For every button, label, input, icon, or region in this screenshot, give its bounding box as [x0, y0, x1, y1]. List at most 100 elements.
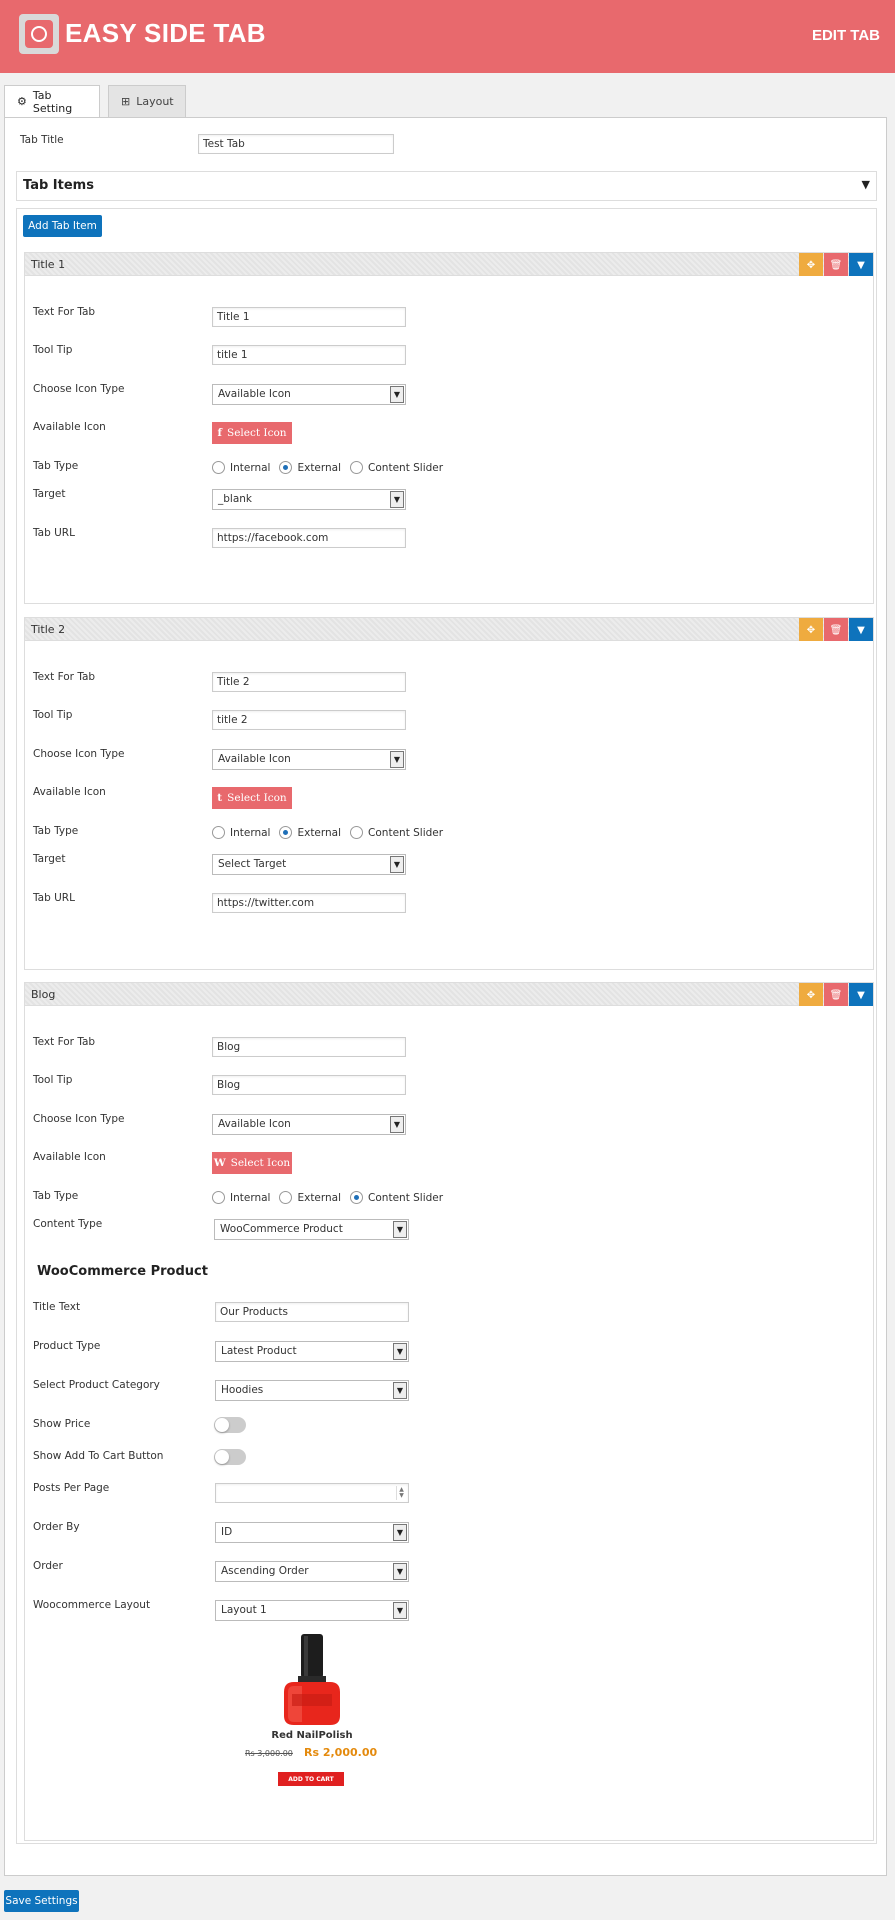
woocommerce-heading: WooCommerce Product: [37, 1264, 208, 1279]
order-by-label: Order By: [33, 1521, 80, 1533]
tab-item-title: Title 1: [31, 258, 66, 271]
facebook-icon: f: [217, 427, 222, 439]
tooltip-input[interactable]: title 1: [212, 345, 406, 365]
content-type-select[interactable]: WooCommerce Product ▼: [214, 1219, 409, 1240]
add-tab-item-button[interactable]: Add Tab Item: [23, 215, 102, 237]
select-icon-button[interactable]: W Select Icon: [212, 1152, 292, 1174]
tab-url-label: Tab URL: [33, 527, 75, 539]
chevron-down-icon: ▼: [390, 751, 404, 768]
order-select[interactable]: Ascending Order ▼: [215, 1561, 409, 1582]
tab-title-label: Tab Title: [20, 134, 64, 146]
target-label: Target: [33, 488, 66, 500]
select-icon-button[interactable]: t Select Icon: [212, 787, 292, 809]
trash-icon[interactable]: 🗑: [824, 983, 848, 1007]
radio-label: External: [297, 1191, 342, 1204]
radio-content-slider[interactable]: Content Slider: [350, 1191, 443, 1204]
product-type-value: Latest Product: [221, 1345, 297, 1357]
tab-type-label: Tab Type: [33, 825, 79, 837]
radio-external[interactable]: External: [279, 826, 341, 839]
plugin-logo-icon: [19, 14, 59, 54]
product-type-select[interactable]: Latest Product ▼: [215, 1341, 409, 1362]
order-value: Ascending Order: [221, 1565, 309, 1577]
trash-icon[interactable]: 🗑: [824, 618, 848, 642]
caret-down-icon[interactable]: ▼: [849, 618, 873, 642]
tooltip-input[interactable]: Blog: [212, 1075, 406, 1095]
select-icon-button[interactable]: f Select Icon: [212, 422, 292, 444]
text-for-tab-input[interactable]: Title 2: [212, 672, 406, 692]
caret-down-icon[interactable]: ▼: [849, 253, 873, 277]
target-select[interactable]: _blank ▼: [212, 489, 406, 510]
text-for-tab-input[interactable]: Title 1: [212, 307, 406, 327]
icon-type-select[interactable]: Available Icon ▼: [212, 384, 406, 405]
category-label: Select Product Category: [33, 1379, 160, 1391]
title-text-input[interactable]: Our Products: [215, 1302, 409, 1322]
woo-layout-value: Layout 1: [221, 1604, 267, 1616]
category-value: Hoodies: [221, 1384, 264, 1396]
add-to-cart-button[interactable]: ADD TO CART: [278, 1772, 344, 1786]
tab-item-header[interactable]: Title 2 ✥ 🗑 ▼: [24, 617, 874, 642]
category-select[interactable]: Hoodies ▼: [215, 1380, 409, 1401]
icon-type-value: Available Icon: [218, 388, 291, 400]
radio-internal[interactable]: Internal: [212, 461, 270, 474]
tab-url-input[interactable]: https://facebook.com: [212, 528, 406, 548]
save-settings-button[interactable]: Save Settings: [4, 1890, 79, 1912]
order-by-select[interactable]: ID ▼: [215, 1522, 409, 1543]
tab-item-header[interactable]: Title 1 ✥ 🗑 ▼: [24, 252, 874, 277]
edit-tab-heading: EDIT TAB: [811, 27, 880, 44]
icon-type-label: Choose Icon Type: [33, 1113, 125, 1125]
radio-external[interactable]: External: [279, 461, 341, 474]
tab-url-label: Tab URL: [33, 892, 75, 904]
icon-type-select[interactable]: Available Icon ▼: [212, 1114, 406, 1135]
product-sale-price: Rs 2,000.00: [304, 1746, 378, 1759]
caret-down-icon[interactable]: ▼: [862, 178, 870, 191]
tab-item-title: Blog: [31, 988, 56, 1001]
tab-item-body: [24, 1006, 874, 1841]
text-for-tab-input[interactable]: Blog: [212, 1037, 406, 1057]
text-for-tab-label: Text For Tab: [33, 671, 96, 683]
product-name[interactable]: Red NailPolish: [242, 1730, 382, 1741]
radio-label: Internal: [230, 826, 271, 839]
show-cart-label: Show Add To Cart Button: [33, 1450, 164, 1462]
chevron-down-icon: ▼: [393, 1602, 407, 1619]
expand-icon[interactable]: ✥: [799, 983, 823, 1007]
radio-internal[interactable]: Internal: [212, 1191, 270, 1204]
product-old-price: Rs 3,000.00: [245, 1749, 293, 1758]
radio-internal[interactable]: Internal: [212, 826, 270, 839]
target-label: Target: [33, 853, 66, 865]
tab-tab-setting[interactable]: ⚙ Tab Setting: [4, 85, 100, 118]
trash-icon[interactable]: 🗑: [824, 253, 848, 277]
posts-per-page-input[interactable]: ▲ ▼: [215, 1483, 409, 1503]
target-value: _blank: [218, 493, 253, 505]
tab-item-header[interactable]: Blog ✥ 🗑 ▼: [24, 982, 874, 1007]
caret-down-icon[interactable]: ▼: [849, 983, 873, 1007]
radio-content-slider[interactable]: Content Slider: [350, 826, 443, 839]
text-for-tab-label: Text For Tab: [33, 306, 96, 318]
title-text-label: Title Text: [33, 1301, 81, 1313]
tab-layout[interactable]: ⊞ Layout: [108, 85, 186, 118]
tab-item-body: [24, 276, 874, 604]
radio-content-slider[interactable]: Content Slider: [350, 461, 443, 474]
woo-layout-label: Woocommerce Layout: [33, 1599, 151, 1611]
tab-type-label: Tab Type: [33, 1190, 79, 1202]
tab-url-input[interactable]: https://twitter.com: [212, 893, 406, 913]
radio-label: Content Slider: [368, 1191, 444, 1204]
select-icon-label: Select Icon: [227, 427, 287, 439]
tab-title-input[interactable]: Test Tab: [198, 134, 394, 154]
show-cart-toggle[interactable]: [214, 1449, 246, 1465]
woo-layout-select[interactable]: Layout 1 ▼: [215, 1600, 409, 1621]
show-price-toggle[interactable]: [214, 1417, 246, 1433]
radio-external[interactable]: External: [279, 1191, 341, 1204]
chevron-down-icon: ▼: [390, 491, 404, 508]
chevron-down-icon: ▼: [393, 1221, 407, 1238]
stepper-icon[interactable]: ▲ ▼: [396, 1486, 406, 1500]
tab-label: Tab Setting: [32, 88, 73, 115]
tooltip-input[interactable]: title 2: [212, 710, 406, 730]
icon-type-select[interactable]: Available Icon ▼: [212, 749, 406, 770]
order-by-value: ID: [221, 1526, 233, 1538]
radio-label: External: [297, 826, 342, 839]
tab-items-bar[interactable]: Tab Items ▼: [16, 171, 877, 201]
tab-item-title: Title 2: [31, 623, 66, 636]
target-select[interactable]: Select Target ▼: [212, 854, 406, 875]
expand-icon[interactable]: ✥: [799, 618, 823, 642]
expand-icon[interactable]: ✥: [799, 253, 823, 277]
